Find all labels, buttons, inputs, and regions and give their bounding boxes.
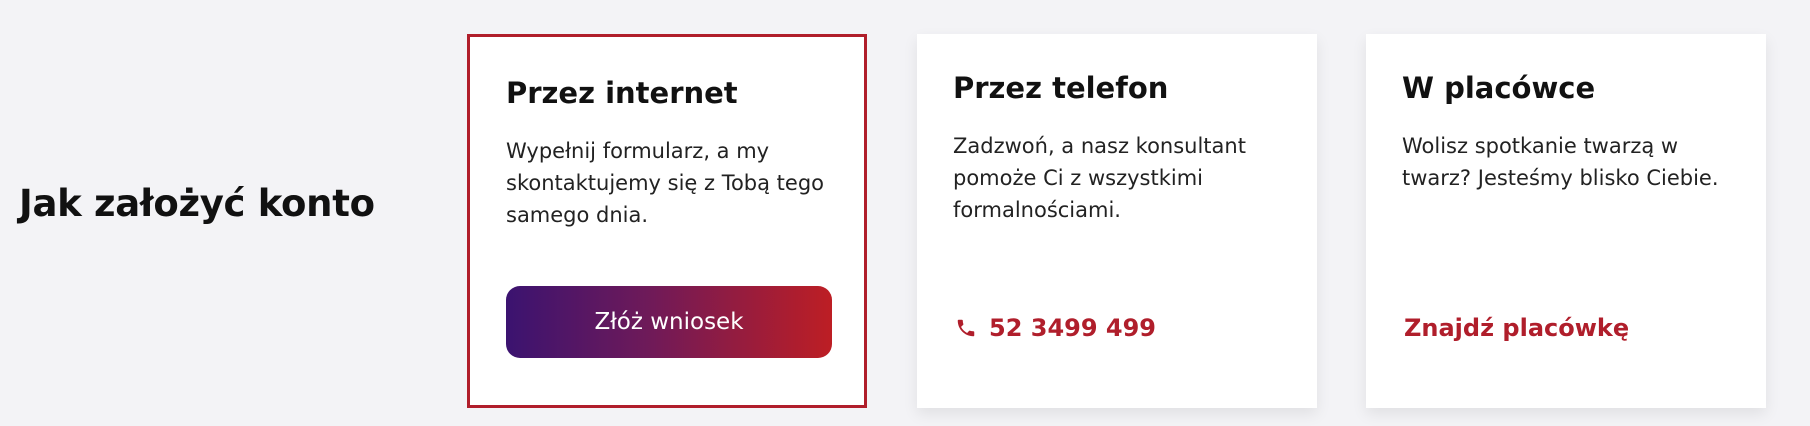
- card-title: Przez internet: [506, 76, 738, 110]
- card-branch: W placówce Wolisz spotkanie twarzą w twa…: [1366, 34, 1766, 408]
- phone-number: 52 3499 499: [989, 314, 1157, 342]
- card-description: Wypełnij formularz, a my skontaktujemy s…: [506, 139, 825, 227]
- card-phone: Przez telefon Zadzwoń, a nasz konsultant…: [917, 34, 1317, 408]
- phone-link[interactable]: 52 3499 499: [955, 314, 1156, 342]
- card-title: Przez telefon: [953, 71, 1169, 105]
- card-title: W placówce: [1402, 71, 1596, 105]
- card-description: Wolisz spotkanie twarzą w twarz? Jesteśm…: [1402, 134, 1719, 190]
- card-online[interactable]: Przez internet Wypełnij formularz, a my …: [467, 34, 867, 408]
- section-title: Jak założyć konto: [19, 182, 375, 225]
- phone-icon: [955, 317, 977, 339]
- apply-button[interactable]: Złóż wniosek: [506, 286, 832, 358]
- card-description: Zadzwoń, a nasz konsultant pomoże Ci z w…: [953, 134, 1246, 222]
- find-branch-link[interactable]: Znajdź placówkę: [1404, 314, 1629, 342]
